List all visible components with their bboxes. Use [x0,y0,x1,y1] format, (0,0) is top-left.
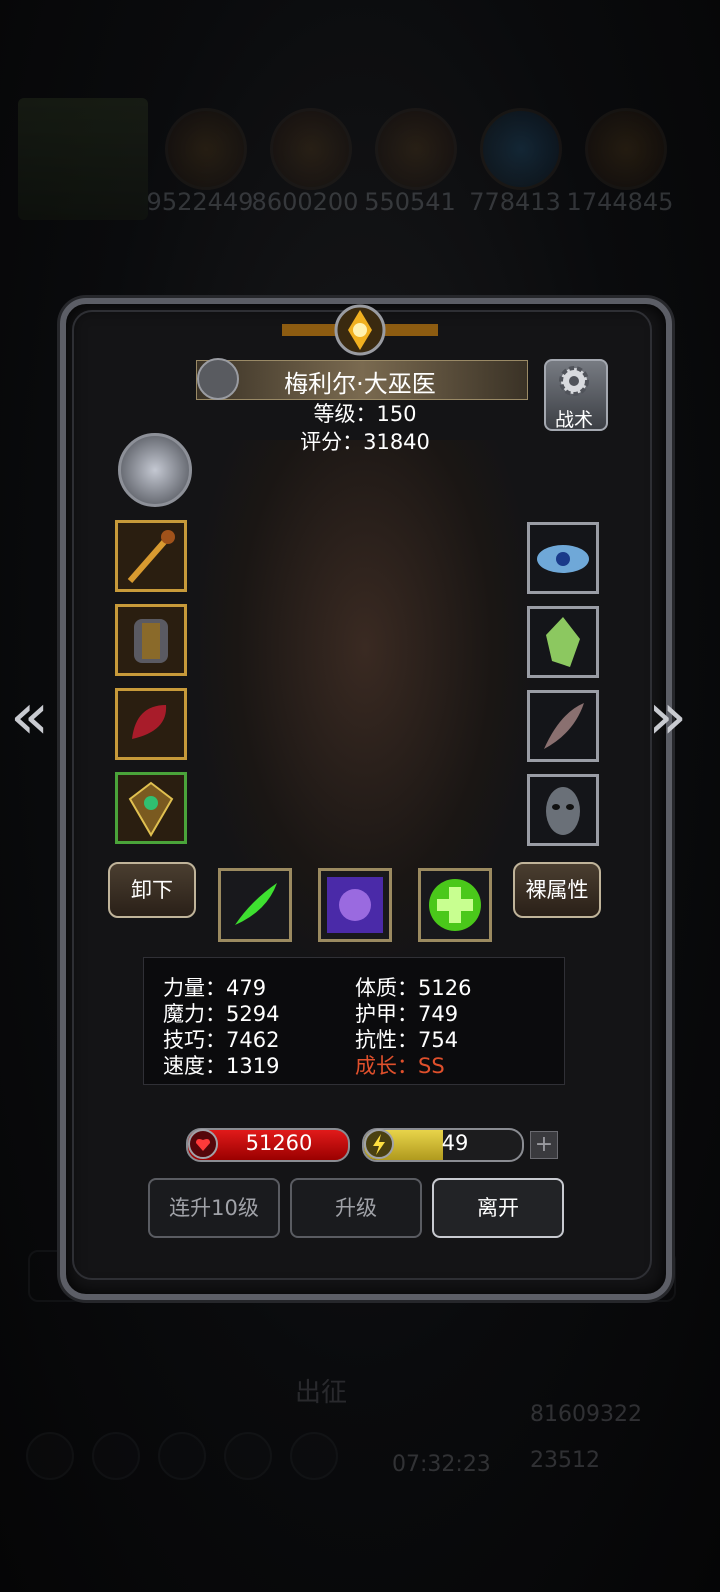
background-portrait [18,98,148,220]
energy-value: 49 [441,1131,469,1155]
resource-icon [585,108,667,190]
hp-value: 51260 [245,1131,313,1155]
gold-count: 81609322 [530,1402,642,1427]
depart-title: 出征 [295,1378,348,1408]
gear-icon [559,366,589,396]
skill-slot-3[interactable] [418,868,492,942]
stat-growth: 成长：SS [355,1054,445,1078]
gem-count: 23512 [530,1448,600,1473]
add-energy-button[interactable]: + [530,1131,558,1159]
resource-icon [270,108,352,190]
next-hero-arrow-icon[interactable]: » [648,680,687,754]
level-up-button[interactable]: 升级 [290,1178,422,1238]
crest-gem-icon [282,304,438,356]
crown-icon [537,545,589,573]
stat-speed: 速度：1319 [163,1054,280,1078]
helmet-icon [132,705,167,739]
armor-icon [134,619,168,663]
resource-icon [480,108,562,190]
resource-count: 550541 [364,188,456,216]
hero-name: 梅利尔·大巫医 [284,370,436,398]
prev-hero-arrow-icon[interactable]: « [10,680,49,754]
amulet-slot[interactable] [115,772,187,844]
leave-button[interactable]: 离开 [432,1178,564,1238]
staff-slot[interactable] [115,520,187,592]
mask-slot[interactable] [527,774,599,846]
crystal-icon [546,617,580,667]
helmet-slot[interactable] [115,688,187,760]
staff-icon [127,530,175,583]
level-up-10-button[interactable]: 连升10级 [148,1178,280,1238]
resource-count: 1744845 [566,188,674,216]
menu-icon [290,1432,338,1480]
skill-slot-1[interactable] [218,868,292,942]
hero-level: 等级：150 [313,402,417,426]
timer: 07:32:23 [392,1452,491,1477]
menu-icon [92,1432,140,1480]
resource-count: 9522449 [146,188,254,216]
heal-cross-skill-icon [429,879,481,931]
menu-icon [26,1432,74,1480]
tactic-label: 战术 [554,409,593,431]
resource-count: 8600200 [251,188,359,216]
purple-dragon-skill-icon [327,877,383,933]
unequip-button[interactable]: 卸下 [108,862,196,918]
menu-icon [158,1432,206,1480]
green-slash-skill-icon [235,883,277,925]
class-emblem-icon[interactable] [118,433,192,507]
resource-count: 778413 [469,188,561,216]
gem-slot[interactable] [527,606,599,678]
resource-icon [165,108,247,190]
menu-icon [224,1432,272,1480]
armor-slot[interactable] [115,604,187,676]
hero-score: 评分：31840 [300,430,430,454]
amulet-icon [128,781,174,837]
feather-slot[interactable] [527,690,599,762]
base-attributes-button[interactable]: 裸属性 [513,862,601,918]
skill-slot-2[interactable] [318,868,392,942]
resource-icon [375,108,457,190]
feather-icon [544,703,584,749]
crown-slot[interactable] [527,522,599,594]
mask-icon [546,787,580,835]
